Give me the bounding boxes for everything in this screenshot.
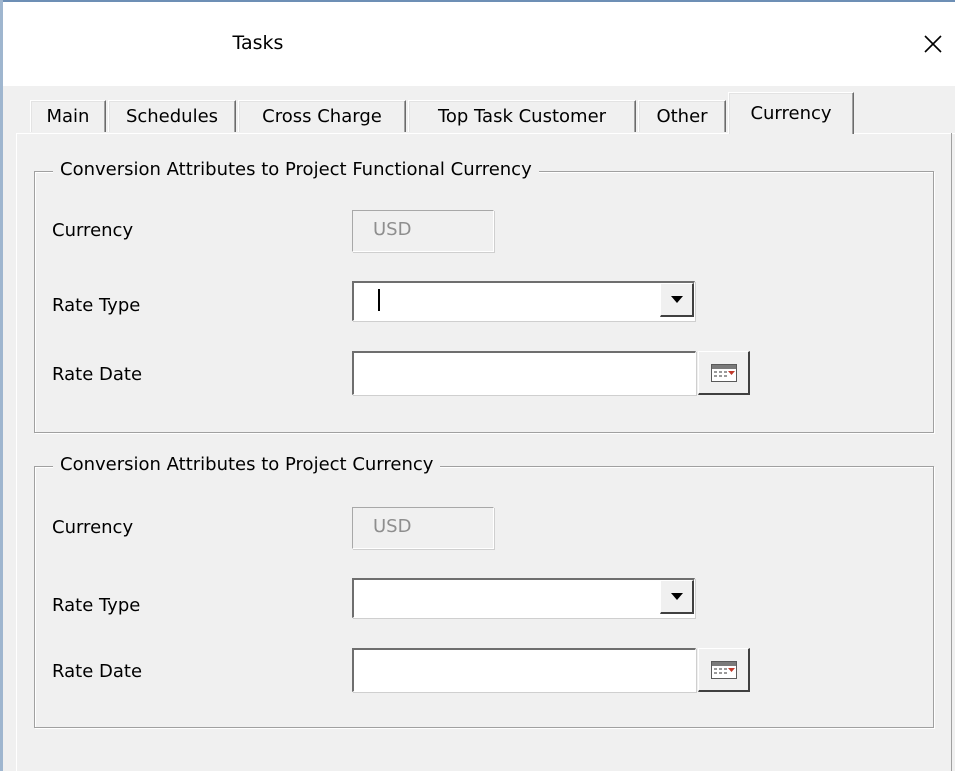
calendar-icon (711, 364, 737, 382)
rate-type-label: Rate Type (52, 595, 141, 616)
functional-calendar-button[interactable] (698, 351, 750, 395)
rate-date-label: Rate Date (52, 364, 143, 385)
text-caret (378, 289, 380, 311)
currency-label: Currency (52, 517, 134, 538)
panel-edge (951, 133, 952, 771)
rate-date-label: Rate Date (52, 661, 143, 682)
rate-type-dropdown-button[interactable] (660, 283, 694, 317)
currency-value: USD (373, 516, 412, 537)
functional-rate-type-select[interactable] (352, 281, 695, 321)
rate-type-dropdown-button[interactable] (660, 580, 694, 614)
tasks-window: Tasks Main Schedules Cross Charge Top Ta… (0, 0, 955, 771)
close-button[interactable] (915, 26, 951, 62)
project-rate-type-select[interactable] (352, 578, 695, 618)
tab-other[interactable]: Other (638, 100, 726, 132)
project-rate-date-field[interactable] (352, 648, 696, 692)
currency-label: Currency (52, 220, 134, 241)
functional-currency-field: USD (352, 210, 494, 252)
project-currency-field: USD (352, 507, 494, 549)
tab-top-task-customer[interactable]: Top Task Customer (408, 100, 636, 132)
rate-type-label: Rate Type (52, 295, 141, 316)
group-title: Conversion Attributes to Project Functio… (53, 159, 539, 180)
window-title: Tasks (232, 32, 284, 54)
tab-main[interactable]: Main (30, 100, 106, 132)
chevron-down-icon (671, 296, 683, 303)
tab-cross-charge[interactable]: Cross Charge (238, 100, 406, 132)
tab-currency[interactable]: Currency (728, 92, 854, 134)
tab-schedules[interactable]: Schedules (108, 100, 236, 132)
window-border (0, 0, 3, 771)
project-calendar-button[interactable] (698, 648, 750, 692)
calendar-icon (711, 661, 737, 679)
currency-value: USD (373, 219, 412, 240)
close-icon (924, 35, 942, 53)
chevron-down-icon (671, 593, 683, 600)
title-bar[interactable]: Tasks (3, 0, 955, 86)
functional-rate-date-field[interactable] (352, 351, 696, 395)
group-title: Conversion Attributes to Project Currenc… (53, 454, 441, 475)
